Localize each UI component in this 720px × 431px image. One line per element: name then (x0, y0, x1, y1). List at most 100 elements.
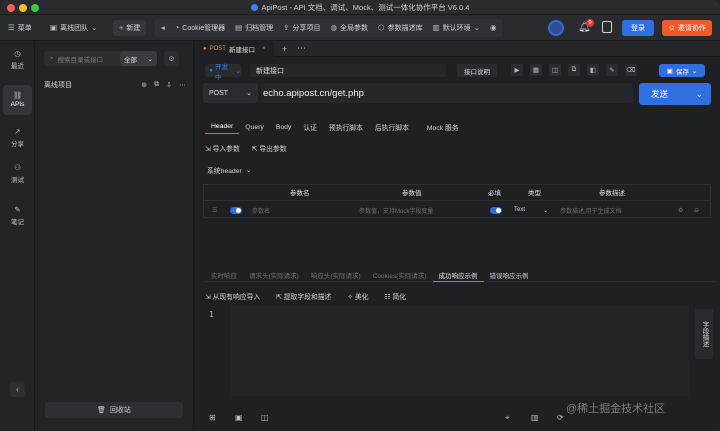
cookie-icon[interactable]: ◫ (261, 413, 269, 422)
col-required: 必填 (488, 189, 501, 197)
document-icon[interactable] (602, 21, 612, 33)
tab-auth[interactable]: 认证 (297, 120, 323, 134)
share-project-button[interactable]: ⇪ 分享项目 (283, 23, 320, 33)
tab-new-request[interactable]: ● POST 新建接口 × (195, 40, 274, 57)
request-name-input[interactable]: 新建接口 (250, 64, 446, 77)
close-window-button[interactable] (7, 4, 15, 12)
sync-status-icon[interactable] (548, 20, 564, 36)
tab-post-script[interactable]: 后执行脚本 (369, 120, 415, 134)
sync-icon[interactable]: ⟳ (557, 413, 564, 422)
tab-request-headers[interactable]: 请求头(实际请求) (243, 268, 305, 282)
response-example-editor[interactable]: 1 (203, 306, 691, 396)
type-select[interactable]: Text ⌄ (514, 201, 548, 219)
code-area[interactable] (231, 306, 689, 396)
chevron-down-icon: ⌄ (473, 23, 480, 33)
edit-icon[interactable]: ✎ (606, 64, 618, 76)
play-icon[interactable]: ▶ (511, 64, 523, 76)
field-description-tab[interactable]: 字段描述 (695, 309, 713, 359)
link-icon: ⛓︎ (12, 90, 23, 100)
chevron-down-icon: ⌄ (246, 90, 252, 97)
status-selector[interactable]: ● 开发中 ⌄ (205, 64, 241, 81)
minimize-window-button[interactable] (19, 4, 27, 12)
main-area: ● POST 新建接口 × + ⋯ ● 开发中 ⌄ 新建接口 接口说明 ▶ ▦ … (195, 40, 720, 431)
tab-header[interactable]: Header (205, 120, 240, 134)
layout-icon[interactable]: ⊞ (209, 413, 216, 422)
cube-icon: ⬡ (378, 23, 385, 33)
rail-item-test[interactable]: ⚇ 测试 (3, 159, 32, 189)
send-button[interactable]: 发送 ⌄ (639, 83, 711, 105)
tab-response-headers[interactable]: 响应头(实际请求) (305, 268, 367, 282)
tab-success-example[interactable]: 成功响应示例 (432, 268, 484, 282)
login-button[interactable]: 登录 (622, 20, 654, 36)
eye-icon[interactable]: ◉ (490, 24, 497, 32)
beautify-button[interactable]: ✧ 美化 (347, 291, 368, 301)
console-icon[interactable]: ▣ (235, 413, 243, 422)
import-icon[interactable]: ⇩ (166, 81, 172, 89)
tab-body[interactable]: Body (270, 120, 298, 134)
collapse-sidebar-button[interactable]: ‹ (10, 382, 25, 397)
import-from-response-button[interactable]: ⇲ 从现有响应导入 (205, 291, 260, 301)
close-tab-icon[interactable]: × (262, 45, 266, 52)
environment-selector[interactable]: ▥ 默认环境 ⌄ (433, 23, 480, 33)
project-row[interactable]: 离线项目 ⊕ ⧉ ⇩ ⋯ (44, 79, 186, 91)
import-params-button[interactable]: ⇲ 导入参数 (205, 143, 240, 153)
tab-realtime-response[interactable]: 实时响应 (205, 268, 243, 282)
extract-fields-button[interactable]: ⇱ 提取字段和描述 (276, 291, 331, 301)
scope-select[interactable]: 全部 ⌄ (120, 51, 157, 66)
delete-row-icon[interactable]: ⊖ (694, 201, 699, 219)
more-icon[interactable]: ⋯ (179, 81, 186, 89)
team-selector[interactable]: ▣ 离线团队 ⌄ (50, 23, 97, 33)
simplify-icon: ☷ (384, 294, 393, 301)
collapse-arrow-icon[interactable]: ◂ (161, 24, 165, 32)
export-params-button[interactable]: ⇱ 导出参数 (252, 143, 287, 153)
archive-manager-button[interactable]: ▤ 归档管理 (235, 23, 273, 33)
rail-item-apis[interactable]: ⛓︎ APIs (3, 85, 32, 115)
tab-query[interactable]: Query (239, 120, 270, 134)
add-folder-icon[interactable]: ⊕ (141, 81, 147, 89)
drag-handle-icon[interactable]: ☰ (212, 201, 217, 219)
tab-pre-script[interactable]: 预执行脚本 (323, 120, 369, 134)
maximize-window-button[interactable] (31, 4, 39, 12)
cookie-manager-button[interactable]: ◔ Cookie管理器 (175, 23, 225, 33)
rail-item-notes[interactable]: ✎ 笔记 (3, 201, 32, 231)
global-params-button[interactable]: ◍ 全局参数 (330, 23, 368, 33)
url-row: POST ⌄ echo.apipost.cn/get.php 发送 ⌄ (203, 81, 711, 105)
param-desc-library-button[interactable]: ⬡ 参数描述库 (378, 23, 423, 33)
recycle-bin-button[interactable]: 🗑︎ 回收站 (45, 402, 183, 418)
simplify-button[interactable]: ☷ 简化 (385, 291, 407, 301)
more-tabs-icon[interactable]: ⋯ (297, 43, 306, 54)
tab-error-example[interactable]: 错误响应示例 (484, 268, 535, 282)
tab-mock[interactable]: Mock 服务 (421, 120, 465, 134)
rail-item-recent[interactable]: ◷ 最近 (3, 45, 32, 75)
method-select[interactable]: POST ⌄ (203, 83, 258, 103)
api-doc-button[interactable]: 接口说明 (457, 64, 497, 77)
param-name-input[interactable]: 参数名 (252, 201, 270, 219)
invite-collaborate-button[interactable]: ☺ 邀请协作 (662, 20, 712, 36)
save-button[interactable]: ▣ 保存 ⌄ (659, 64, 705, 77)
share-tree-icon[interactable]: ⧉ (154, 81, 159, 89)
project-panel: ⌕ 搜索目录或接口 全部 ⌄ ⚙ 离线项目 ⊕ ⧉ ⇩ ⋯ 🗑︎ 回收站 (36, 41, 194, 431)
new-button[interactable]: + 新建 (113, 20, 147, 36)
layout-icon[interactable]: ◧ (587, 64, 599, 76)
hamburger-icon: ☰ (8, 23, 15, 33)
fullscreen-icon[interactable]: ⌖ (505, 413, 510, 423)
required-toggle[interactable] (490, 201, 502, 219)
environment-icon: ▥ (432, 23, 440, 33)
param-value-input[interactable]: 参数值，支持Mock字段变量 (359, 201, 433, 219)
param-desc-input[interactable]: 参数描述,用于生成文档 (560, 201, 622, 219)
rail-item-share[interactable]: ↗ 分享 (3, 123, 32, 153)
code-icon[interactable]: ▦ (530, 64, 542, 76)
split-icon[interactable]: ▥ (531, 413, 539, 422)
add-tab-icon[interactable]: + (282, 44, 287, 54)
filter-button[interactable]: ⚙ (164, 51, 179, 66)
copy-icon[interactable]: ⧉ (568, 64, 580, 76)
row-enabled-toggle[interactable] (230, 201, 242, 219)
menu-button[interactable]: ☰ 菜单 (8, 23, 32, 33)
settings-icon[interactable]: ⚙ (678, 201, 683, 219)
delete-icon[interactable]: ⌫ (625, 64, 637, 76)
tab-cookies[interactable]: Cookies(实际请求) (367, 268, 433, 282)
url-input[interactable]: echo.apipost.cn/get.php (261, 83, 633, 103)
col-param-value: 参数值 (402, 189, 422, 197)
sync-icon[interactable]: ◫ (549, 64, 561, 76)
system-header-toggle[interactable]: 系统header ⌄ (207, 165, 251, 175)
